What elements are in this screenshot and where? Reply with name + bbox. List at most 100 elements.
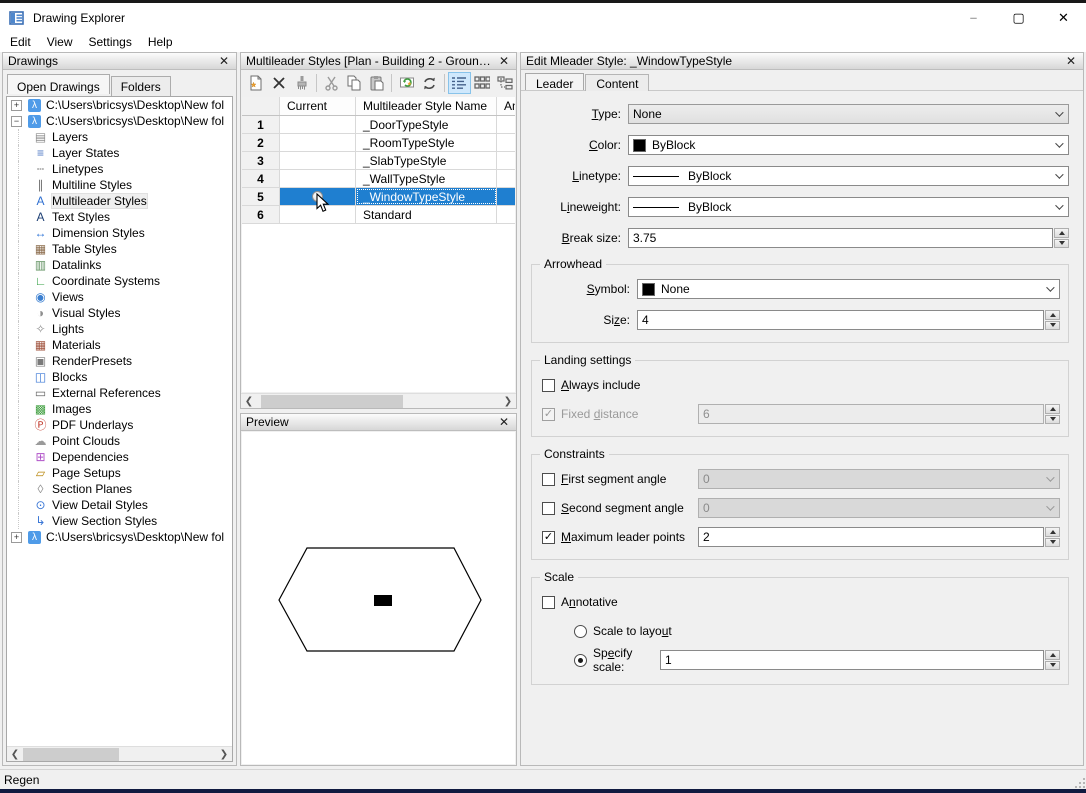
table-row[interactable]: 3_SlabTypeStyle [242,152,515,170]
table-row[interactable]: 2_RoomTypeStyle [242,134,515,152]
symbol-combo[interactable]: None [637,279,1060,299]
spin-down-icon[interactable] [1054,239,1069,249]
spin-up-icon[interactable] [1045,650,1060,660]
purge-button[interactable] [290,72,313,94]
collapse-icon[interactable]: − [11,116,22,127]
tree-item-external-references[interactable]: ▭External References [7,385,232,401]
minimize-button[interactable]: – [951,3,996,32]
menu-settings[interactable]: Settings [80,33,139,51]
styles-table-hscrollbar[interactable]: ❮ ❯ [241,393,516,408]
details-view-button[interactable] [448,72,471,94]
tree-item-linetypes[interactable]: ┄Linetypes [7,161,232,177]
scale-to-layout-radio[interactable] [574,625,587,638]
spin-down-icon[interactable] [1045,538,1060,548]
tree-item-images[interactable]: ▩Images [7,401,232,417]
annotative-cell[interactable] [497,206,515,223]
expand-icon[interactable]: + [11,532,22,543]
tab-content[interactable]: Content [585,74,649,91]
refresh-button[interactable] [418,72,441,94]
linetype-combo[interactable]: ByBlock [628,166,1069,186]
copy-button[interactable] [343,72,366,94]
style-name-cell[interactable]: _WallTypeStyle [356,170,497,187]
tree-item-materials[interactable]: ▦Materials [7,337,232,353]
scrollbar-thumb[interactable] [23,748,119,761]
tree-item-layers[interactable]: ▤Layers [7,129,232,145]
annotative-cell[interactable] [497,134,515,151]
tree-item-renderpresets[interactable]: ▣RenderPresets [7,353,232,369]
tab-open-drawings[interactable]: Open Drawings [7,74,110,94]
current-cell[interactable] [280,116,356,133]
resize-grip[interactable] [1073,776,1085,788]
style-name-cell[interactable]: _WindowTypeStyle [356,188,497,205]
tree-item-blocks[interactable]: ◫Blocks [7,369,232,385]
tree-item-view-detail-styles[interactable]: ⊙View Detail Styles [7,497,232,513]
tab-leader[interactable]: Leader [525,73,584,90]
tree-item-datalinks[interactable]: ▥Datalinks [7,257,232,273]
tree-item-c-users-bricsys-desktop-new-fo[interactable]: +λC:\Users\bricsys\Desktop\New fol [7,529,232,545]
color-combo[interactable]: ByBlock [628,135,1069,155]
close-icon[interactable]: ✕ [497,416,511,428]
menu-view[interactable]: View [39,33,81,51]
spin-up-icon[interactable] [1045,527,1060,537]
delete-style-button[interactable] [268,72,291,94]
tree-item-section-planes[interactable]: ◊Section Planes [7,481,232,497]
new-style-button[interactable] [245,72,268,94]
paste-button[interactable] [366,72,389,94]
column-header-row-number[interactable] [242,97,280,115]
first-segment-angle-checkbox[interactable] [542,473,555,486]
current-cell[interactable] [280,134,356,151]
tree-item-layer-states[interactable]: ≡Layer States [7,145,232,161]
menu-edit[interactable]: Edit [2,33,39,51]
set-current-button[interactable] [395,72,418,94]
tree-item-multiline-styles[interactable]: ∥Multiline Styles [7,177,232,193]
scroll-left-icon[interactable]: ❮ [7,747,23,762]
scroll-left-icon[interactable]: ❮ [241,394,257,409]
current-cell[interactable] [280,206,356,223]
close-icon[interactable]: ✕ [217,55,231,67]
annotative-cell[interactable] [497,188,515,205]
lineweight-combo[interactable]: ByBlock [628,197,1069,217]
maximum-leader-points-spinner[interactable]: 2 [698,527,1060,547]
spin-up-icon[interactable] [1054,228,1069,238]
annotative-cell[interactable] [497,170,515,187]
tree-item-visual-styles[interactable]: ◑Visual Styles [7,305,232,321]
specify-scale-spinner[interactable]: 1 [660,650,1060,670]
style-name-cell[interactable]: Standard [356,206,497,223]
arrowhead-size-spinner[interactable]: 4 [637,310,1060,330]
table-row[interactable]: 4_WallTypeStyle [242,170,515,188]
break-size-spinner[interactable]: 3.75 [628,228,1069,248]
annotative-cell[interactable] [497,152,515,169]
column-header-Ann[interactable]: Ann [497,97,515,115]
always-include-checkbox[interactable] [542,379,555,392]
menu-help[interactable]: Help [140,33,181,51]
spin-down-icon[interactable] [1045,321,1060,331]
spin-up-icon[interactable] [1045,310,1060,320]
scroll-right-icon[interactable]: ❯ [216,747,232,762]
type-combo[interactable]: None [628,104,1069,124]
tree-item-c-users-bricsys-desktop-new-fo[interactable]: −λC:\Users\bricsys\Desktop\New fol [7,113,232,129]
spin-down-icon[interactable] [1045,415,1060,425]
close-button[interactable]: ✕ [1041,3,1086,32]
tree-item-multileader-styles[interactable]: AMultileader Styles [7,193,232,209]
tree-item-page-setups[interactable]: ▱Page Setups [7,465,232,481]
second-segment-angle-checkbox[interactable] [542,502,555,515]
style-name-cell[interactable]: _RoomTypeStyle [356,134,497,151]
column-header-Current[interactable]: Current [280,97,356,115]
tree-item-lights[interactable]: ✧Lights [7,321,232,337]
cut-button[interactable] [320,72,343,94]
tree-item-pdf-underlays[interactable]: ⓅPDF Underlays [7,417,232,433]
current-style-radio[interactable] [312,191,323,202]
tree-item-text-styles[interactable]: AText Styles [7,209,232,225]
table-row[interactable]: 1_DoorTypeStyle [242,116,515,134]
annotative-cell[interactable] [497,116,515,133]
tree-view-button[interactable] [493,72,516,94]
current-cell[interactable] [280,188,356,205]
tree-item-table-styles[interactable]: ▦Table Styles [7,241,232,257]
annotative-checkbox[interactable] [542,596,555,609]
expand-icon[interactable]: + [11,100,22,111]
specify-scale-radio[interactable] [574,654,587,667]
tree-item-view-section-styles[interactable]: ↳View Section Styles [7,513,232,529]
spin-down-icon[interactable] [1045,661,1060,671]
tree-item-point-clouds[interactable]: ☁Point Clouds [7,433,232,449]
current-cell[interactable] [280,170,356,187]
